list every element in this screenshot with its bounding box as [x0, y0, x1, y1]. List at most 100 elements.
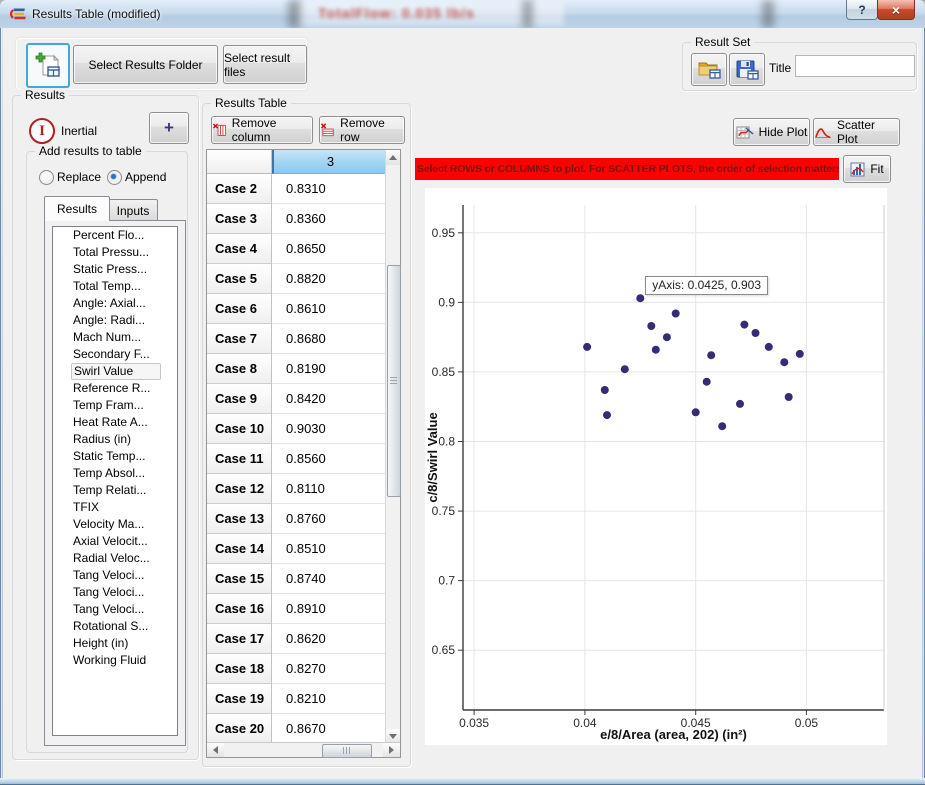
data-point[interactable]: [752, 329, 760, 337]
table-cell[interactable]: 0.8760: [272, 504, 386, 534]
list-item[interactable]: Heat Rate A...: [53, 414, 177, 431]
data-point[interactable]: [601, 386, 609, 394]
results-list[interactable]: Percent Flo...Total Pressu...Static Pres…: [52, 226, 178, 736]
close-button[interactable]: ×: [877, 0, 915, 20]
row-header[interactable]: Case 11: [207, 444, 272, 474]
table-cell[interactable]: 0.8620: [272, 624, 386, 654]
list-item[interactable]: Total Temp...: [53, 278, 177, 295]
table-cell[interactable]: 0.8210: [272, 684, 386, 714]
scatter-plot-area[interactable]: 0.0350.040.0450.050.650.70.750.80.850.90…: [425, 188, 887, 745]
data-point[interactable]: [703, 378, 711, 386]
list-item[interactable]: Percent Flo...: [53, 227, 177, 244]
table-cell[interactable]: 0.8270: [272, 654, 386, 684]
row-header[interactable]: Case 15: [207, 564, 272, 594]
add-dataset-button[interactable]: +: [149, 112, 189, 144]
table-cell[interactable]: 0.8510: [272, 534, 386, 564]
hide-plot-button[interactable]: Hide Plot: [733, 118, 810, 146]
remove-column-button[interactable]: Remove column: [211, 116, 313, 144]
list-item[interactable]: Static Press...: [53, 261, 177, 278]
table-cell[interactable]: 0.8740: [272, 564, 386, 594]
replace-radio[interactable]: [39, 170, 54, 185]
row-header[interactable]: Case 19: [207, 684, 272, 714]
data-point[interactable]: [647, 322, 655, 330]
data-point[interactable]: [707, 351, 715, 359]
row-header[interactable]: Case 18: [207, 654, 272, 684]
row-header[interactable]: Case 17: [207, 624, 272, 654]
save-result-set-button[interactable]: [729, 53, 765, 86]
row-header[interactable]: Case 12: [207, 474, 272, 504]
list-item[interactable]: Height (in): [53, 635, 177, 652]
row-header[interactable]: Case 14: [207, 534, 272, 564]
titlebar[interactable]: TotalFlow: 0.035 lb/s Results Table (mod…: [0, 0, 925, 28]
list-item[interactable]: Working Fluid: [53, 652, 177, 669]
table-cell[interactable]: 0.8820: [272, 264, 386, 294]
list-item[interactable]: Swirl Value: [71, 363, 161, 380]
horizontal-scroll-thumb[interactable]: [322, 744, 372, 758]
table-cell[interactable]: 0.8190: [272, 354, 386, 384]
scroll-right-button[interactable]: [383, 743, 400, 757]
table-cell[interactable]: 0.9030: [272, 414, 386, 444]
row-header[interactable]: Case 20: [207, 714, 272, 744]
list-item[interactable]: Secondary F...: [53, 346, 177, 363]
help-button[interactable]: ?: [846, 0, 878, 20]
row-header[interactable]: Case 9: [207, 384, 272, 414]
open-result-set-button[interactable]: [691, 53, 727, 86]
row-header[interactable]: Case 5: [207, 264, 272, 294]
list-item[interactable]: Tang Veloci...: [53, 567, 177, 584]
list-item[interactable]: Reference R...: [53, 380, 177, 397]
row-header[interactable]: Case 16: [207, 594, 272, 624]
list-item[interactable]: Temp Relati...: [53, 482, 177, 499]
table-cell[interactable]: 0.8310: [272, 174, 386, 204]
list-item[interactable]: Tang Veloci...: [53, 601, 177, 618]
list-item[interactable]: Axial Velocit...: [53, 533, 177, 550]
data-point[interactable]: [621, 365, 629, 373]
row-header[interactable]: Case 4: [207, 234, 272, 264]
data-point[interactable]: [603, 411, 611, 419]
data-point[interactable]: [672, 310, 680, 318]
row-header[interactable]: Case 13: [207, 504, 272, 534]
scatter-plot-button[interactable]: Scatter Plot: [813, 118, 900, 146]
select-results-folder-button[interactable]: Select Results Folder: [73, 45, 218, 84]
list-item[interactable]: Temp Absol...: [53, 465, 177, 482]
data-point[interactable]: [583, 343, 591, 351]
column-header[interactable]: 3: [272, 150, 387, 174]
table-cell[interactable]: 0.8610: [272, 294, 386, 324]
data-point[interactable]: [765, 343, 773, 351]
table-cell[interactable]: 0.8680: [272, 324, 386, 354]
data-point[interactable]: [796, 350, 804, 358]
table-cell[interactable]: 0.8420: [272, 384, 386, 414]
tab-inputs[interactable]: Inputs: [108, 199, 158, 221]
table-horizontal-scrollbar[interactable]: [207, 742, 400, 757]
data-point[interactable]: [740, 321, 748, 329]
row-header[interactable]: Case 7: [207, 324, 272, 354]
title-input[interactable]: [795, 55, 915, 77]
scatter-chart[interactable]: 0.0350.040.0450.050.650.70.750.80.850.90…: [425, 188, 887, 745]
table-cell[interactable]: 0.8670: [272, 714, 386, 744]
row-header[interactable]: Case 3: [207, 204, 272, 234]
table-cell[interactable]: 0.8110: [272, 474, 386, 504]
list-item[interactable]: Radius (in): [53, 431, 177, 448]
data-point[interactable]: [663, 333, 671, 341]
list-item[interactable]: Angle: Axial...: [53, 295, 177, 312]
new-result-set-button[interactable]: [26, 43, 70, 88]
list-item[interactable]: Mach Num...: [53, 329, 177, 346]
tab-results[interactable]: Results: [44, 196, 110, 221]
data-point[interactable]: [718, 422, 726, 430]
data-point[interactable]: [636, 294, 644, 302]
data-point[interactable]: [652, 346, 660, 354]
list-item[interactable]: Tang Veloci...: [53, 584, 177, 601]
remove-row-button[interactable]: Remove row: [319, 116, 405, 144]
list-item[interactable]: Angle: Radi...: [53, 312, 177, 329]
data-point[interactable]: [785, 393, 793, 401]
row-header[interactable]: Case 8: [207, 354, 272, 384]
scroll-left-button[interactable]: [207, 743, 224, 757]
table-cell[interactable]: 0.8560: [272, 444, 386, 474]
list-item[interactable]: Radial Veloc...: [53, 550, 177, 567]
table-cell[interactable]: 0.8360: [272, 204, 386, 234]
data-point[interactable]: [736, 400, 744, 408]
vertical-scroll-thumb[interactable]: [387, 265, 401, 497]
row-header[interactable]: Case 6: [207, 294, 272, 324]
table-vertical-scrollbar[interactable]: [385, 150, 400, 744]
scroll-up-button[interactable]: [386, 150, 400, 165]
append-radio[interactable]: [107, 170, 122, 185]
